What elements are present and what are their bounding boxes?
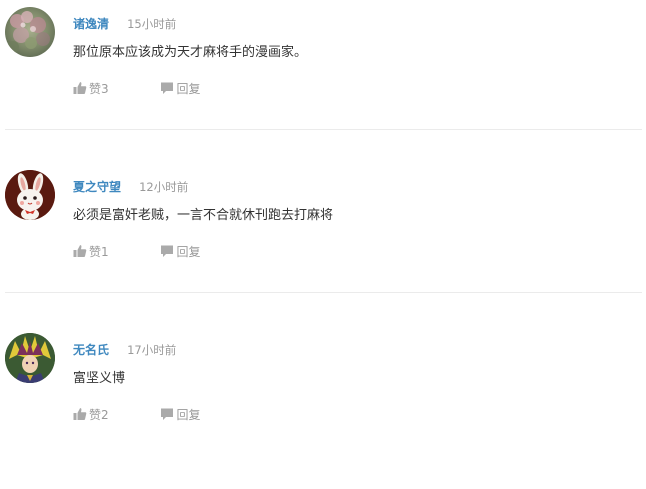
speech-bubble-icon (161, 245, 174, 257)
reply-label: 回复 (176, 245, 201, 259)
comment-time: 12小时前 (139, 180, 189, 194)
like-label: 赞3 (89, 82, 109, 96)
comment-time: 15小时前 (127, 17, 177, 31)
reply-button[interactable]: 回复 (160, 81, 200, 97)
comment-actions: 赞1 回复 (73, 244, 200, 260)
comment-actions: 赞3 回复 (73, 81, 200, 97)
reply-label: 回复 (176, 82, 201, 96)
avatar[interactable] (5, 170, 55, 220)
thumbs-up-icon (73, 245, 87, 257)
like-button[interactable]: 赞1 (73, 244, 109, 260)
avatar-bunny-cartoon (5, 170, 55, 220)
speech-bubble-icon (161, 408, 174, 420)
comment-meta: 夏之守望 12小时前 (73, 177, 188, 195)
reply-button[interactable]: 回复 (160, 244, 200, 260)
reply-label: 回复 (176, 408, 201, 422)
like-label: 赞1 (89, 245, 109, 259)
avatar[interactable] (5, 7, 55, 57)
divider (5, 129, 642, 130)
thumbs-up-icon (73, 82, 87, 94)
username-link[interactable]: 夏之守望 (73, 180, 121, 194)
comment-text: 必须是富奸老贼，一言不合就休刊跑去打麻将 (73, 208, 334, 223)
like-button[interactable]: 赞3 (73, 81, 109, 97)
thumbs-up-icon (73, 408, 87, 420)
like-label: 赞2 (89, 408, 109, 422)
comment-text: 富坚义博 (73, 371, 126, 386)
avatar-anime-character (5, 333, 55, 383)
comment-time: 17小时前 (127, 343, 177, 357)
divider (5, 292, 642, 293)
reply-button[interactable]: 回复 (160, 407, 200, 423)
comment-item: 诸逸清 15小时前 那位原本应该成为天才麻将手的漫画家。 赞3 回复 (0, 0, 646, 163)
speech-bubble-icon (161, 82, 174, 94)
username-link[interactable]: 诸逸清 (73, 17, 109, 31)
comment-meta: 无名氏 17小时前 (73, 340, 176, 358)
avatar[interactable] (5, 333, 55, 383)
comment-actions: 赞2 回复 (73, 407, 200, 423)
comment-text: 那位原本应该成为天才麻将手的漫画家。 (73, 45, 308, 60)
comment-item: 无名氏 17小时前 富坚义博 赞2 回复 (0, 326, 646, 489)
comment-meta: 诸逸清 15小时前 (73, 14, 176, 32)
username-link[interactable]: 无名氏 (73, 343, 109, 357)
avatar-blossom-photo (5, 7, 55, 57)
like-button[interactable]: 赞2 (73, 407, 109, 423)
comment-list: 诸逸清 15小时前 那位原本应该成为天才麻将手的漫画家。 赞3 回复 夏之守望 … (0, 0, 646, 428)
comment-item: 夏之守望 12小时前 必须是富奸老贼，一言不合就休刊跑去打麻将 赞1 回复 (0, 163, 646, 326)
